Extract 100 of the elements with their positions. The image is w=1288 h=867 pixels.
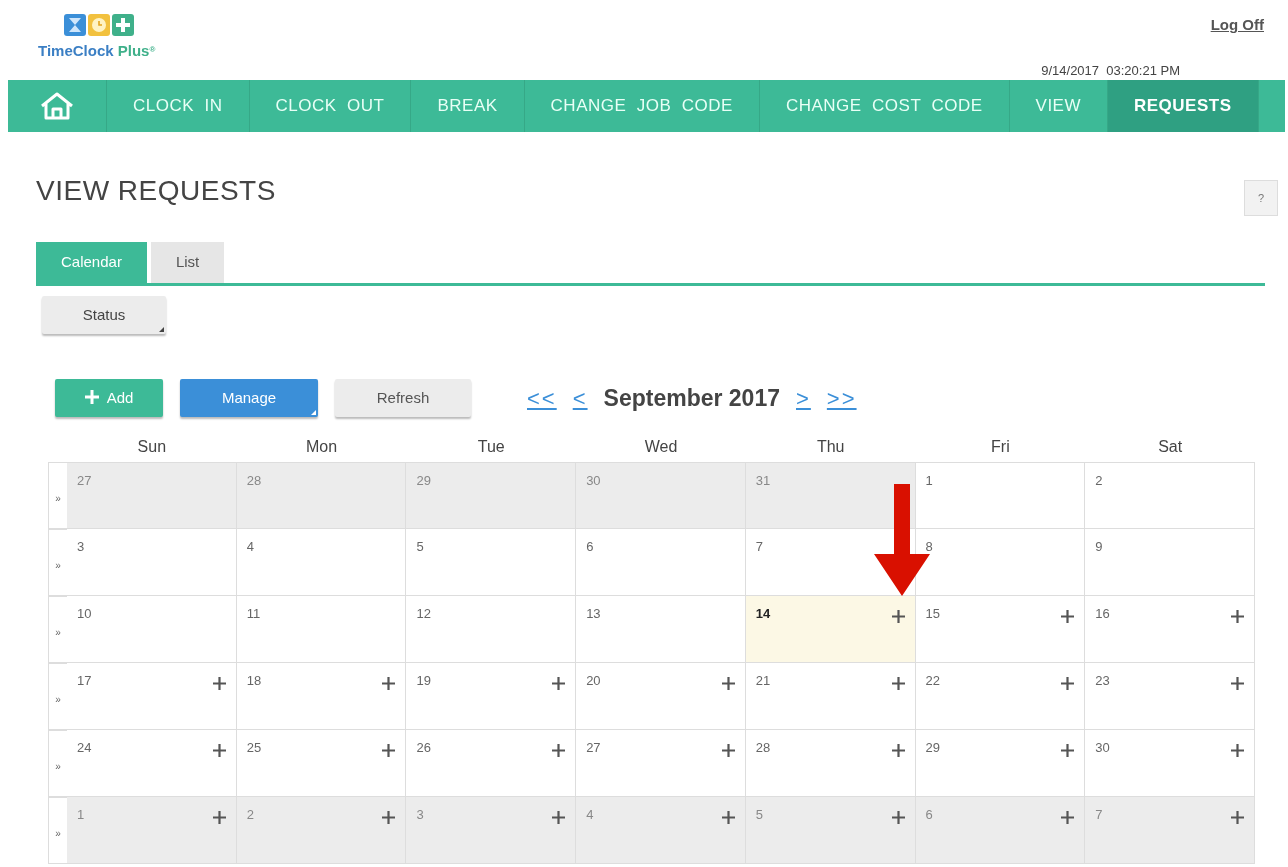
day-number: 30 (586, 473, 601, 488)
day-cell[interactable]: 31 (745, 462, 916, 529)
day-cell[interactable]: 6 (915, 797, 1086, 864)
add-icon[interactable] (721, 811, 735, 824)
day-number: 5 (416, 539, 424, 554)
add-icon[interactable] (891, 811, 905, 824)
dropdown-button[interactable]: Manage (180, 379, 318, 417)
plus-icon (84, 389, 99, 404)
day-number: 30 (1095, 740, 1110, 755)
add-icon[interactable] (212, 677, 226, 690)
day-cell[interactable]: 14 (745, 596, 916, 663)
tab[interactable]: List (150, 242, 225, 283)
add-icon[interactable] (382, 811, 396, 824)
add-icon[interactable] (552, 744, 566, 757)
day-number: 28 (755, 740, 771, 755)
add-icon[interactable] (382, 744, 396, 757)
first-link[interactable]: << (527, 381, 557, 415)
day-cell[interactable]: 28 (236, 462, 407, 529)
add-icon[interactable] (1061, 811, 1075, 824)
add-icon[interactable] (891, 610, 905, 623)
day-cell[interactable]: 1 (67, 797, 237, 864)
day-cell[interactable]: 16 (1085, 596, 1255, 663)
add-icon[interactable] (1061, 610, 1075, 623)
weekday-label: Sun (136, 437, 168, 457)
weekday-label: Fri (990, 437, 1011, 457)
day-number: 29 (416, 473, 431, 488)
day-cell[interactable]: 9 (1085, 529, 1255, 596)
add-icon[interactable] (1231, 744, 1244, 757)
day-cell[interactable]: 10 (67, 596, 237, 663)
day-number: 11 (246, 606, 261, 621)
day-cell[interactable]: 13 (576, 596, 746, 663)
day-cell[interactable]: 3 (406, 797, 577, 864)
expand-toggle[interactable]: » (48, 596, 67, 663)
day-cell[interactable]: 2 (236, 797, 407, 864)
add-icon[interactable] (1061, 744, 1075, 757)
day-cell[interactable]: 22 (915, 663, 1086, 730)
brand-name: TimeClock Plus$^{®}$ (38, 41, 156, 61)
day-cell[interactable]: 11 (236, 596, 407, 663)
add-icon[interactable] (212, 744, 226, 757)
logoff-link[interactable]: Log Off (1210, 14, 1264, 37)
day-number: 17 (77, 673, 92, 688)
day-number: 4 (246, 539, 254, 554)
day-number: 31 (755, 473, 771, 488)
add-icon[interactable] (382, 677, 396, 690)
add-icon[interactable] (721, 677, 735, 690)
day-cell[interactable]: 12 (406, 596, 577, 663)
day-cell[interactable]: 7 (1085, 797, 1255, 864)
next-link[interactable]: > (796, 381, 811, 415)
day-number: 23 (1095, 673, 1110, 688)
add-icon[interactable] (891, 677, 905, 690)
day-cell[interactable]: 29 (406, 462, 577, 529)
expand-toggle[interactable]: » (48, 730, 67, 797)
add-icon[interactable] (1231, 811, 1244, 824)
day-number: 1 (77, 807, 85, 822)
day-number: 27 (77, 473, 92, 488)
previous-link[interactable]: < (572, 381, 588, 415)
date-time: 9/14/2017 03:20:21 PM (1041, 62, 1180, 80)
day-cell[interactable]: 21 (745, 663, 916, 730)
weekday-label: Mon (305, 437, 339, 457)
day-cell[interactable]: 5 (406, 529, 577, 596)
refresh-button[interactable]: Refresh (335, 379, 471, 417)
add-icon[interactable] (212, 811, 226, 824)
day-cell[interactable]: 4 (576, 797, 746, 864)
day-number: 2 (1095, 473, 1103, 488)
add-icon[interactable] (552, 677, 566, 690)
day-cell[interactable]: 19 (406, 663, 577, 730)
day-cell[interactable]: 27 (67, 462, 237, 529)
last-link[interactable]: >> (826, 381, 857, 415)
nav-item[interactable]: REQUESTS (1108, 80, 1259, 132)
weekday-label: Tue (476, 437, 506, 457)
arrow-icon (874, 484, 930, 596)
add-icon[interactable] (552, 811, 566, 824)
day-cell[interactable]: 20 (576, 663, 746, 730)
add-icon[interactable] (721, 744, 735, 757)
day-number: 5 (755, 807, 764, 822)
help-button[interactable]: ? (1244, 180, 1278, 216)
day-number: 7 (1095, 807, 1103, 822)
expand-toggle[interactable]: » (48, 663, 67, 730)
day-cell[interactable]: 5 (745, 797, 916, 864)
add-icon[interactable] (1231, 610, 1244, 623)
day-cell[interactable]: 4 (236, 529, 407, 596)
expand-toggle[interactable]: » (48, 529, 67, 596)
day-number: 18 (246, 673, 262, 688)
day-number: 7 (755, 539, 764, 554)
day-cell[interactable]: 3 (67, 529, 237, 596)
page-title: VIEW REQUESTS (36, 174, 276, 208)
day-cell[interactable]: 18 (236, 663, 407, 730)
day-cell[interactable]: 23 (1085, 663, 1255, 730)
add-icon[interactable] (891, 744, 905, 757)
day-cell[interactable]: 15 (915, 596, 1086, 663)
day-cell[interactable]: 1 (915, 462, 1086, 529)
dropdown-button[interactable]: Status (42, 296, 166, 334)
day-number: 20 (586, 673, 601, 688)
day-cell[interactable]: 17 (67, 663, 237, 730)
day-cell[interactable]: 6 (576, 529, 746, 596)
add-icon[interactable] (1061, 677, 1075, 690)
day-cell[interactable]: 2 (1085, 462, 1255, 529)
weekday-label: Wed (643, 437, 679, 457)
add-icon[interactable] (1231, 677, 1244, 690)
day-cell[interactable]: 30 (576, 462, 746, 529)
